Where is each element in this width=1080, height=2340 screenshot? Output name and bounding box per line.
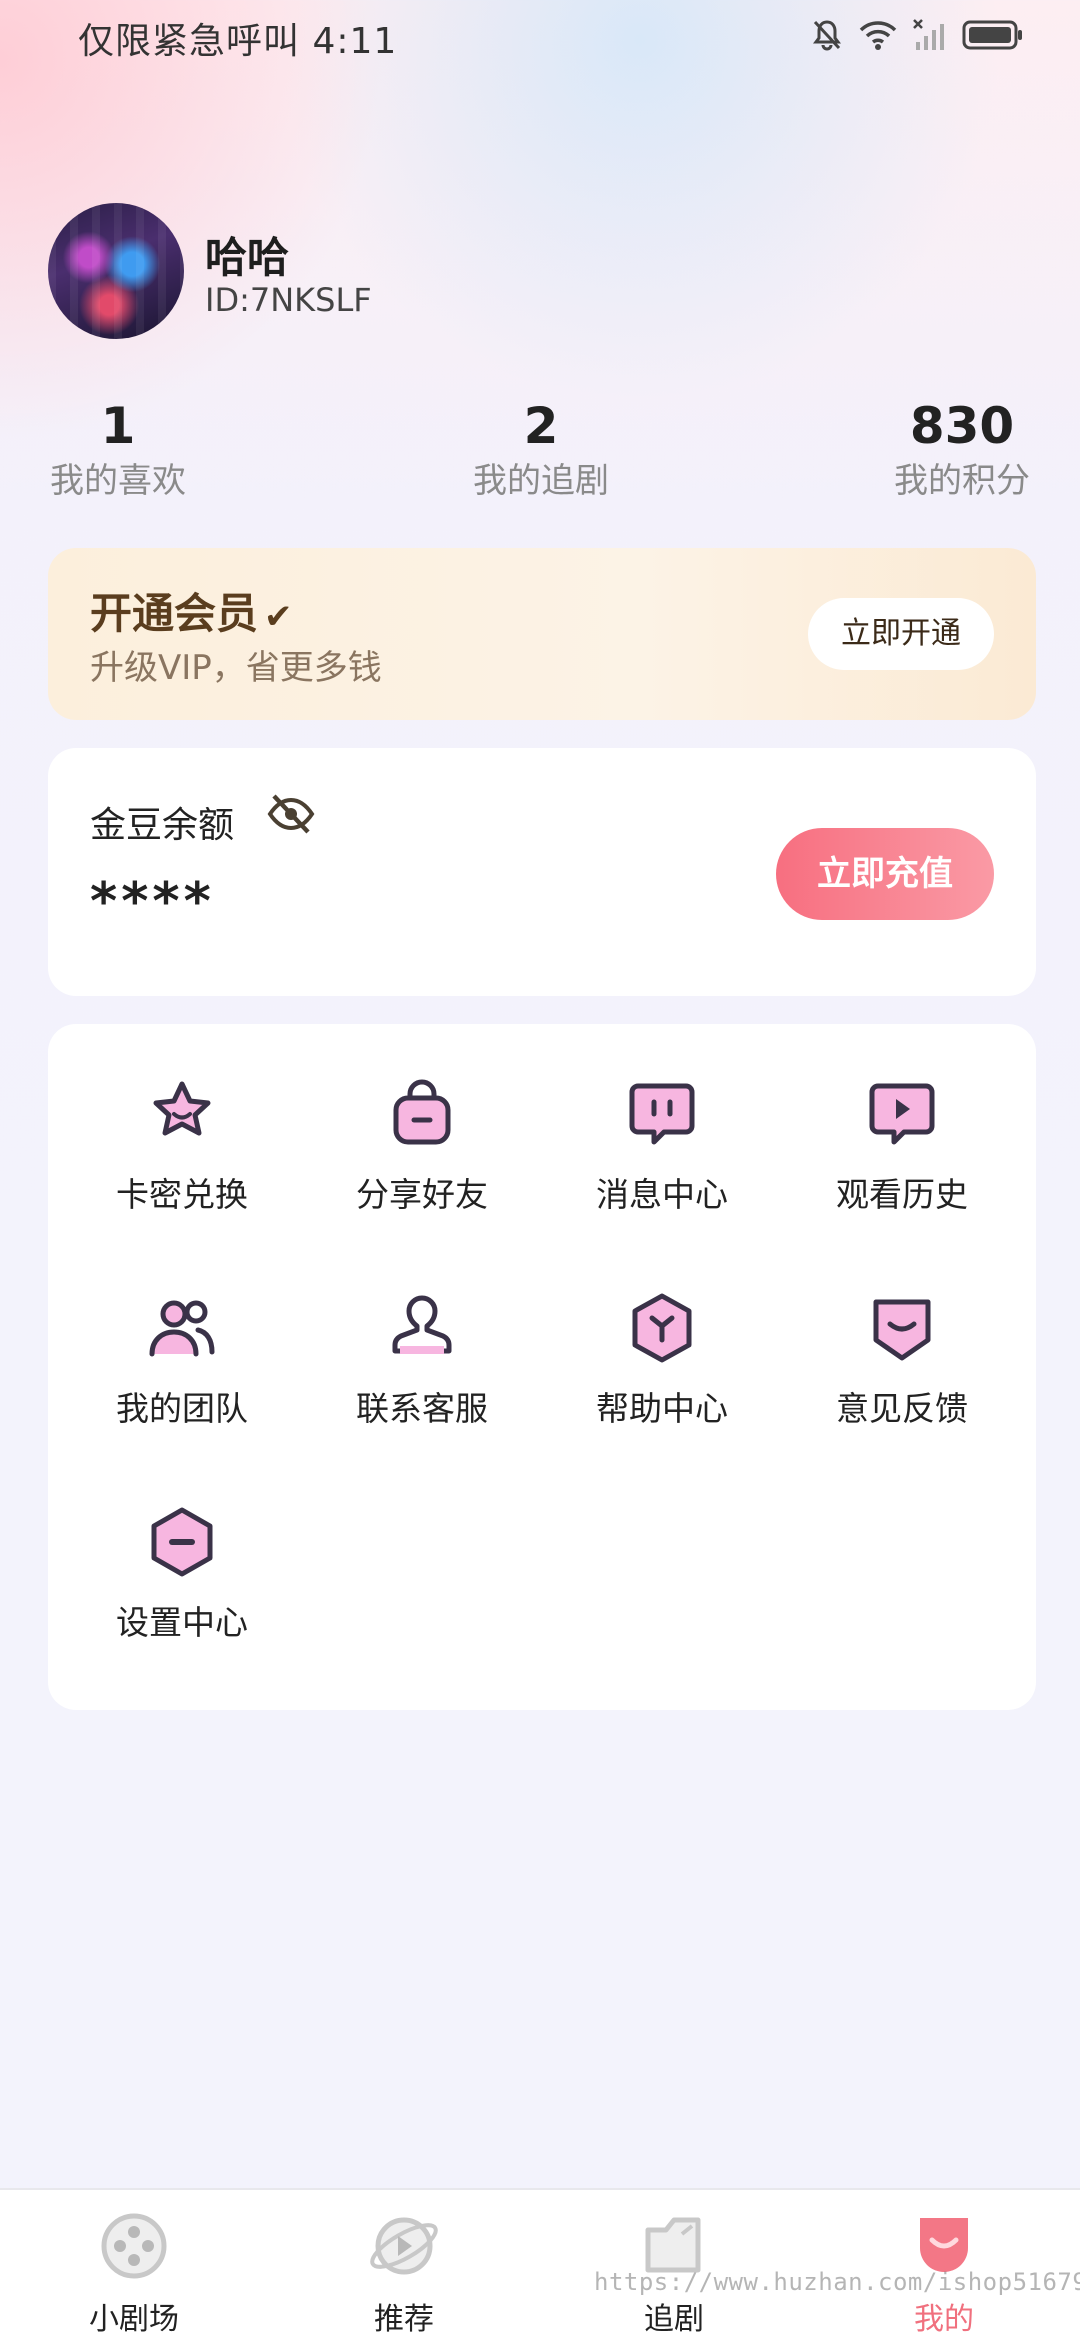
menu-item-help[interactable]: 帮助中心: [572, 1290, 752, 1440]
battery-icon: [962, 19, 1024, 55]
menu-item-history[interactable]: 观看历史: [812, 1076, 992, 1226]
team-icon: [144, 1290, 220, 1366]
status-text: 仅限紧急呼叫 4:11: [78, 21, 398, 62]
film-reel-icon: [96, 2208, 172, 2284]
bottom-nav: 小剧场 推荐 追剧 我的: [0, 2188, 1080, 2340]
balance-card: 金豆余额 **** 立即充值: [48, 748, 1036, 996]
nav-item-theater[interactable]: 小剧场: [44, 2208, 224, 2338]
balance-label: 金豆余额: [90, 805, 235, 846]
eye-hidden-icon[interactable]: [266, 792, 316, 840]
vip-check-icon: ✔: [264, 597, 293, 637]
stat-likes-label: 我的喜欢: [50, 461, 186, 501]
stat-points-value: 830: [909, 397, 1015, 455]
menu-item-label: 我的团队: [116, 1389, 248, 1428]
nav-item-label: 追剧: [644, 2302, 704, 2337]
vip-card[interactable]: 开通会员 ✔ 升级VIP，省更多钱 立即开通: [48, 548, 1036, 720]
stat-likes-value: 1: [100, 397, 136, 455]
feedback-icon: [864, 1290, 940, 1366]
stat-points-label: 我的积分: [894, 461, 1030, 501]
menu-item-label: 观看历史: [836, 1175, 968, 1214]
balance-value: ****: [90, 872, 215, 932]
status-bar: 仅限紧急呼叫 4:11: [0, 0, 1080, 76]
message-icon: [624, 1076, 700, 1152]
stat-following-value: 2: [523, 397, 559, 455]
stat-points[interactable]: 830 我的积分: [892, 396, 1032, 504]
menu-item-redeem[interactable]: 卡密兑换: [92, 1076, 272, 1226]
vip-subtitle: 升级VIP，省更多钱: [90, 648, 382, 688]
nav-item-label: 我的: [914, 2302, 974, 2337]
help-icon: [624, 1290, 700, 1366]
nav-item-label: 推荐: [374, 2302, 434, 2337]
signal-off-icon: [912, 18, 948, 56]
avatar[interactable]: [48, 203, 184, 339]
menu-item-label: 联系客服: [356, 1389, 488, 1428]
nav-item-label: 小剧场: [89, 2302, 179, 2337]
vip-title-text: 开通会员: [90, 589, 259, 638]
menu-item-feedback[interactable]: 意见反馈: [812, 1290, 992, 1440]
stat-following[interactable]: 2 我的追剧: [471, 396, 611, 504]
menu-item-share[interactable]: 分享好友: [332, 1076, 512, 1226]
star-icon: [144, 1076, 220, 1152]
menu-item-label: 分享好友: [356, 1175, 488, 1214]
menu-item-label: 卡密兑换: [116, 1175, 248, 1214]
recharge-button[interactable]: 立即充值: [776, 828, 994, 920]
menu-item-team[interactable]: 我的团队: [92, 1290, 272, 1440]
user-id: ID:7NKSLF: [205, 281, 372, 319]
share-bag-icon: [384, 1076, 460, 1152]
menu-item-label: 意见反馈: [836, 1389, 968, 1428]
menu-item-settings[interactable]: 设置中心: [92, 1504, 272, 1654]
stat-following-label: 我的追剧: [473, 461, 609, 501]
watermark: https://www.huzhan.com/ishop51679: [594, 2268, 1080, 2296]
planet-play-icon: [366, 2208, 442, 2284]
open-vip-button[interactable]: 立即开通: [808, 598, 994, 670]
menu-item-messages[interactable]: 消息中心: [572, 1076, 752, 1226]
menu-card: 卡密兑换 分享好友 消息中心 观看历史 我的团队 联系客服 帮助中心 意见反馈 …: [48, 1024, 1036, 1710]
nav-item-recommend[interactable]: 推荐: [314, 2208, 494, 2338]
bell-muted-icon: [810, 18, 844, 56]
stat-likes[interactable]: 1 我的喜欢: [48, 396, 188, 504]
menu-item-label: 设置中心: [116, 1603, 248, 1642]
settings-icon: [144, 1504, 220, 1580]
user-name: 哈哈: [205, 233, 290, 282]
wifi-icon: [858, 18, 898, 56]
play-history-icon: [864, 1076, 940, 1152]
menu-item-service[interactable]: 联系客服: [332, 1290, 512, 1440]
service-icon: [384, 1290, 460, 1366]
status-icons: [810, 18, 1024, 56]
menu-item-label: 帮助中心: [596, 1389, 728, 1428]
vip-title: 开通会员 ✔: [90, 580, 293, 641]
menu-item-label: 消息中心: [596, 1175, 728, 1214]
